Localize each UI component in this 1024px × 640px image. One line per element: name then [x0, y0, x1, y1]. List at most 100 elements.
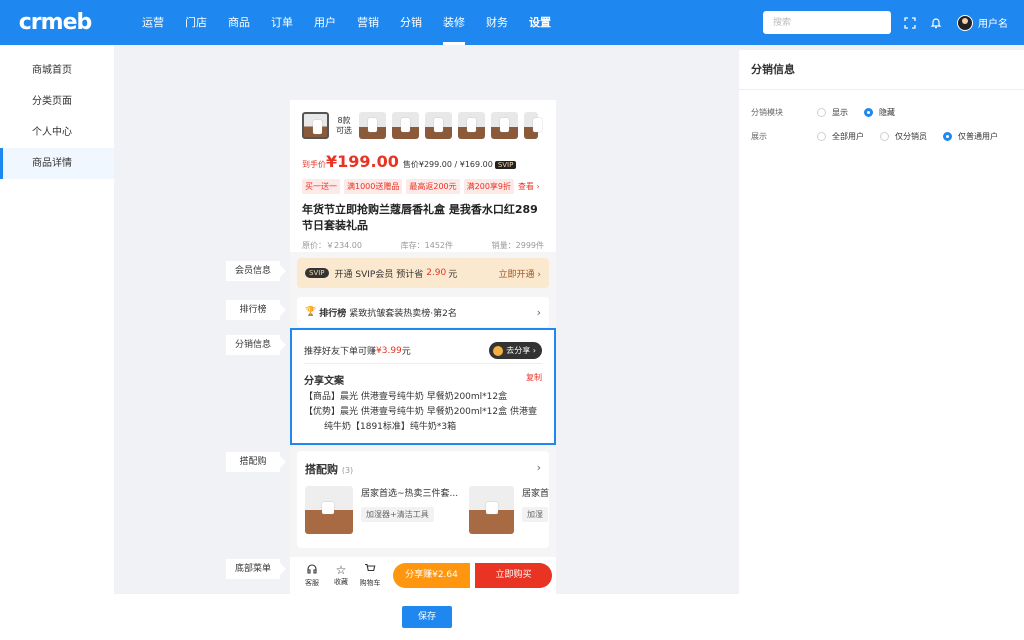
avatar[interactable] — [957, 14, 973, 31]
go-share-button[interactable]: 去分享 › — [489, 342, 542, 359]
section-tag-bottom-menu[interactable]: 底部菜单 — [226, 559, 286, 579]
coupon-tag[interactable]: 满200享9折 — [463, 179, 514, 194]
radio-all-users[interactable]: 全部用户 — [817, 131, 864, 142]
service-button[interactable]: 客服 — [298, 563, 326, 588]
svip-tag: SVIP — [494, 161, 517, 169]
favorite-button[interactable]: ☆ 收藏 — [327, 564, 355, 587]
chevron-right-icon[interactable]: › — [537, 461, 541, 474]
coupon-tag[interactable]: 最高返200元 — [406, 179, 460, 194]
radio-checked-icon — [864, 107, 873, 117]
nav-item-store[interactable]: 门店 — [175, 0, 217, 45]
nav-item-marketing[interactable]: 营销 — [347, 0, 389, 45]
coupon-tag[interactable]: 买一送一 — [302, 179, 340, 194]
coin-icon — [493, 345, 504, 356]
product-info-card[interactable]: 8款可选 到手价 ¥199.00 售价¥299.00 / ¥169.00 SVI… — [290, 100, 556, 252]
radio-icon — [817, 131, 826, 141]
sku-thumb[interactable] — [392, 112, 419, 139]
radio-regular-users-only[interactable]: 仅普通用户 — [943, 131, 998, 142]
nav-item-operation[interactable]: 运营 — [132, 0, 174, 45]
combo-count: (3) — [341, 466, 354, 475]
member-save-amount: 2.90 — [426, 268, 447, 278]
old-price: 售价¥299.00 / ¥169.00 — [402, 160, 493, 169]
share-earn-button[interactable]: 分享赚¥2.64 — [393, 563, 470, 588]
nav-item-distribution[interactable]: 分销 — [390, 0, 432, 45]
radio-checked-icon — [943, 131, 952, 141]
combo-item[interactable]: 居家首 加湿 — [469, 486, 549, 534]
sku-thumb[interactable] — [359, 112, 386, 139]
radio-distributors-only[interactable]: 仅分销员 — [880, 131, 927, 142]
cart-icon — [356, 563, 384, 578]
divider — [304, 363, 542, 364]
combo-item[interactable]: 居家首选~热卖三件套... 加湿器+清洁工具 — [305, 486, 458, 534]
sidebar-top-spacer — [0, 45, 114, 55]
radio-hide[interactable]: 隐藏 — [864, 107, 895, 118]
combo-title: 搭配购 (3) — [305, 461, 353, 477]
module-visibility-label: 分销模块 — [751, 107, 783, 117]
sidebar-item-product-detail[interactable]: 商品详情 — [0, 148, 114, 179]
sku-thumb-selected[interactable] — [302, 112, 329, 139]
service-label: 客服 — [305, 579, 319, 587]
footer-bar — [0, 594, 1024, 640]
go-share-label: 去分享 › — [506, 346, 536, 355]
sku-thumb[interactable] — [524, 112, 542, 139]
share-copy-text: 【商品】晨光 供港壹号纯牛奶 早餐奶200ml*12盒 【优势】晨光 供港壹号纯… — [304, 390, 546, 435]
nav-item-finance[interactable]: 财务 — [476, 0, 518, 45]
coupon-more-link[interactable]: 查看 › — [518, 179, 540, 194]
combo-title-text: 搭配购 — [305, 463, 338, 476]
recommend-text: 推荐好友下单可赚 — [304, 347, 377, 357]
nav-item-decoration[interactable]: 装修 — [433, 0, 475, 45]
distribution-section[interactable]: 推荐好友下单可赚 ¥3.99 元 去分享 › 分享文案 复制 【商品】晨光 供港… — [290, 328, 556, 445]
product-title: 年货节立即抢购兰蔻唇香礼盒 是我香水口红289节日套装礼品 — [302, 203, 538, 232]
sku-thumb[interactable] — [425, 112, 452, 139]
stock-count: 库存：1452件 — [400, 241, 453, 250]
section-tag-rank[interactable]: 排行榜 — [226, 300, 286, 320]
display-scope-row: 展示 全部用户 仅分销员 仅普通用户 — [739, 124, 1024, 148]
member-banner[interactable]: SVIP 开通 SVIP会员 预计省 2.90 元 立即开通 › — [297, 258, 549, 288]
save-button[interactable]: 保存 — [402, 606, 452, 628]
member-text: 开通 SVIP会员 预计省 — [334, 269, 424, 280]
cart-button[interactable]: 购物车 — [356, 563, 384, 588]
buy-now-button[interactable]: 立即购买 — [475, 563, 552, 588]
combo-section[interactable]: 搭配购 (3) › 居家首选~热卖三件套... 加湿器+清洁工具 居家首 加湿 — [297, 451, 549, 548]
sidebar-item-home[interactable]: 商城首页 — [0, 55, 114, 86]
search-input[interactable] — [763, 11, 891, 34]
radio-icon — [817, 107, 826, 117]
nav-item-orders[interactable]: 订单 — [261, 0, 303, 45]
bell-icon[interactable] — [929, 16, 943, 30]
radio-show[interactable]: 显示 — [817, 107, 848, 118]
open-member-link[interactable]: 立即开通 › — [499, 267, 541, 280]
combo-item-image — [469, 486, 514, 534]
section-tag-distribution[interactable]: 分销信息 — [226, 335, 286, 355]
combo-item-name: 居家首 — [521, 489, 549, 499]
price-row: 到手价 ¥199.00 售价¥299.00 / ¥169.00 SVIP — [302, 152, 517, 171]
sku-thumb[interactable] — [458, 112, 485, 139]
nav-item-goods[interactable]: 商品 — [218, 0, 260, 45]
sidebar: 商城首页 分类页面 个人中心 商品详情 — [0, 55, 114, 640]
section-tag-combo[interactable]: 搭配购 — [226, 452, 286, 472]
sku-thumb[interactable] — [491, 112, 518, 139]
copy-button[interactable]: 复制 — [526, 372, 542, 387]
combo-item-image — [305, 486, 353, 534]
recommend-amount: ¥3.99 — [376, 345, 402, 356]
username[interactable]: 用户名 — [978, 15, 1008, 30]
ranking-bar[interactable]: 🏆 排行榜 紧致抗皱套装热卖榜·第2名 › — [297, 297, 549, 327]
radio-show-label: 显示 — [832, 107, 848, 117]
share-copy-line: 【优势】晨光 供港壹号纯牛奶 早餐奶200ml*12盒 供港壹 — [304, 407, 537, 417]
fullscreen-icon[interactable] — [903, 16, 917, 30]
price: ¥199.00 — [326, 152, 399, 171]
combo-item-sub: 加湿 — [521, 507, 548, 522]
nav-item-users[interactable]: 用户 — [304, 0, 346, 45]
sidebar-item-profile[interactable]: 个人中心 — [0, 117, 114, 148]
combo-item-name: 居家首选~热卖三件套... — [361, 489, 459, 499]
coupon-tag[interactable]: 满1000送赠品 — [344, 179, 403, 194]
sidebar-item-category[interactable]: 分类页面 — [0, 86, 114, 117]
section-tag-member[interactable]: 会员信息 — [226, 261, 286, 281]
ranking-text: 紧致抗皱套装热卖榜·第2名 — [349, 308, 457, 319]
headset-icon — [298, 563, 326, 578]
cart-label: 购物车 — [359, 579, 381, 587]
radio-distributors-label: 仅分销员 — [895, 131, 927, 141]
phone-preview: 8款可选 到手价 ¥199.00 售价¥299.00 / ¥169.00 SVI… — [290, 100, 556, 594]
sku-thumbnails: 8款可选 — [302, 112, 542, 139]
member-unit: 元 — [448, 269, 458, 280]
nav-item-settings[interactable]: 设置 — [519, 0, 561, 45]
